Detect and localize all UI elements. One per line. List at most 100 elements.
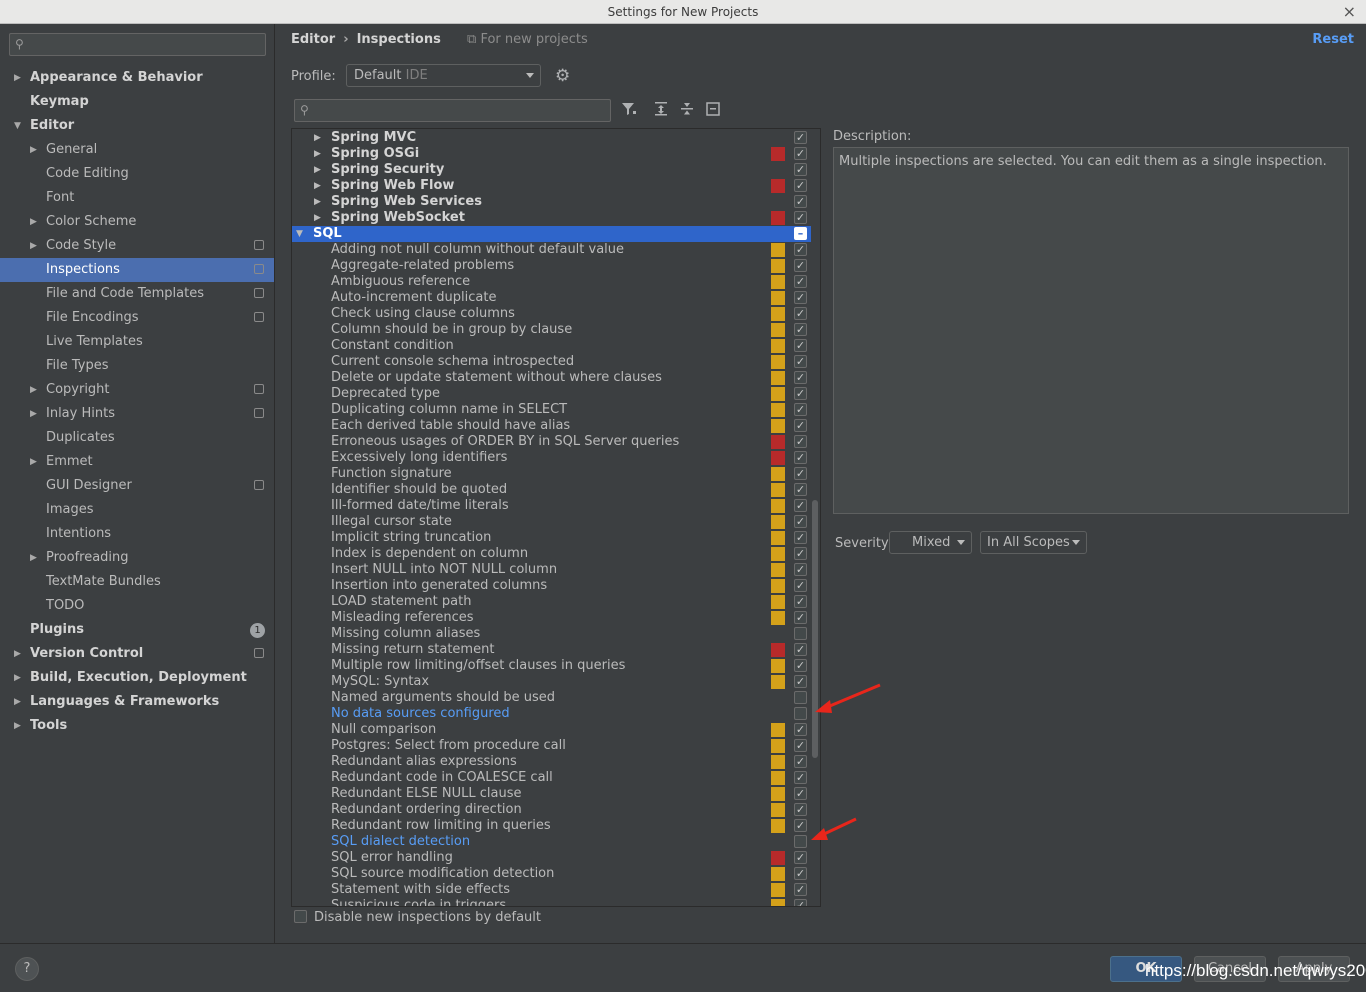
- enabled-checkbox[interactable]: ✓: [794, 659, 807, 672]
- collapsed-arrow-icon[interactable]: ▶: [30, 138, 37, 162]
- enabled-checkbox[interactable]: ✓: [794, 419, 807, 432]
- sidebar-item-code-style[interactable]: ▶ Code Style: [0, 234, 274, 258]
- enabled-checkbox[interactable]: ✓: [794, 355, 807, 368]
- enabled-checkbox[interactable]: ✓: [794, 211, 807, 224]
- enabled-checkbox[interactable]: ✓: [794, 531, 807, 544]
- tree-group-spring-web-services[interactable]: ▶ Spring Web Services ✓: [292, 194, 811, 210]
- enabled-checkbox[interactable]: ✓: [794, 883, 807, 896]
- tree-row[interactable]: Index is dependent on column ✓: [292, 546, 811, 562]
- tree-row[interactable]: Missing return statement ✓: [292, 642, 811, 658]
- collapsed-arrow-icon[interactable]: ▶: [30, 378, 37, 402]
- collapsed-arrow-icon[interactable]: ▶: [30, 210, 37, 234]
- enabled-checkbox[interactable]: ✓: [794, 723, 807, 736]
- sidebar-item-font[interactable]: Font: [0, 186, 274, 210]
- enabled-checkbox[interactable]: ✓: [794, 643, 807, 656]
- enabled-checkbox[interactable]: ✓: [794, 259, 807, 272]
- sidebar-item-emmet[interactable]: ▶ Emmet: [0, 450, 274, 474]
- enabled-checkbox[interactable]: ✓: [794, 307, 807, 320]
- collapsed-arrow-icon[interactable]: ▶: [314, 194, 321, 210]
- tree-row[interactable]: Named arguments should be used: [292, 690, 811, 706]
- enabled-checkbox[interactable]: ✓: [794, 611, 807, 624]
- tree-row[interactable]: Suspicious code in triggers ✓: [292, 898, 811, 906]
- tree-row[interactable]: LOAD statement path ✓: [292, 594, 811, 610]
- enabled-checkbox[interactable]: ✓: [794, 387, 807, 400]
- tree-group-spring-web-flow[interactable]: ▶ Spring Web Flow ✓: [292, 178, 811, 194]
- collapsed-arrow-icon[interactable]: ▶: [14, 690, 21, 714]
- severity-combo[interactable]: Mixed: [889, 531, 972, 554]
- tree-row[interactable]: SQL source modification detection ✓: [292, 866, 811, 882]
- enabled-checkbox[interactable]: [794, 627, 807, 640]
- collapsed-arrow-icon[interactable]: ▶: [30, 546, 37, 570]
- tree-row[interactable]: Postgres: Select from procedure call ✓: [292, 738, 811, 754]
- sidebar-item-code-editing[interactable]: Code Editing: [0, 162, 274, 186]
- tree-group-sql[interactable]: ▼ SQL –: [292, 226, 811, 242]
- enabled-checkbox[interactable]: ✓: [794, 803, 807, 816]
- tree-row[interactable]: Ambiguous reference ✓: [292, 274, 811, 290]
- expanded-arrow-icon[interactable]: ▼: [296, 226, 303, 242]
- collapse-all-icon[interactable]: [679, 101, 695, 121]
- collapsed-arrow-icon[interactable]: ▶: [314, 178, 321, 194]
- tree-row[interactable]: SQL error handling ✓: [292, 850, 811, 866]
- tree-row[interactable]: Check using clause columns ✓: [292, 306, 811, 322]
- enabled-checkbox[interactable]: ✓: [794, 771, 807, 784]
- sidebar-item-languages-frameworks[interactable]: ▶ Languages & Frameworks: [0, 690, 274, 714]
- enabled-checkbox[interactable]: ✓: [794, 163, 807, 176]
- enabled-checkbox[interactable]: ✓: [794, 515, 807, 528]
- tree-row[interactable]: Identifier should be quoted ✓: [292, 482, 811, 498]
- tree-row[interactable]: No data sources configured: [292, 706, 811, 722]
- tree-row[interactable]: Aggregate-related problems ✓: [292, 258, 811, 274]
- sidebar-item-file-and-code-templates[interactable]: File and Code Templates: [0, 282, 274, 306]
- tree-group-spring-websocket[interactable]: ▶ Spring WebSocket ✓: [292, 210, 811, 226]
- tree-row[interactable]: Multiple row limiting/offset clauses in …: [292, 658, 811, 674]
- tree-row[interactable]: Column should be in group by clause ✓: [292, 322, 811, 338]
- sidebar-item-todo[interactable]: TODO: [0, 594, 274, 618]
- collapsed-arrow-icon[interactable]: ▶: [314, 146, 321, 162]
- tree-row[interactable]: Null comparison ✓: [292, 722, 811, 738]
- sidebar-item-appearance-behavior[interactable]: ▶ Appearance & Behavior: [0, 66, 274, 90]
- tree-row[interactable]: Misleading references ✓: [292, 610, 811, 626]
- sidebar-item-live-templates[interactable]: Live Templates: [0, 330, 274, 354]
- tree-row[interactable]: Insertion into generated columns ✓: [292, 578, 811, 594]
- inspections-tree[interactable]: ▶ Spring MVC ✓ ▶ Spring OSGi ✓ ▶ Spring Securit…: [291, 128, 821, 907]
- sidebar-item-version-control[interactable]: ▶ Version Control: [0, 642, 274, 666]
- reset-link[interactable]: Reset: [1312, 32, 1354, 47]
- enabled-checkbox[interactable]: ✓: [794, 867, 807, 880]
- enabled-checkbox[interactable]: ✓: [794, 403, 807, 416]
- tree-row[interactable]: Duplicating column name in SELECT ✓: [292, 402, 811, 418]
- disable-new-inspections-label[interactable]: Disable new inspections by default: [314, 910, 541, 925]
- sidebar-item-gui-designer[interactable]: GUI Designer: [0, 474, 274, 498]
- enabled-checkbox[interactable]: ✓: [794, 467, 807, 480]
- collapsed-arrow-icon[interactable]: ▶: [314, 162, 321, 178]
- scope-combo[interactable]: In All Scopes: [980, 531, 1087, 554]
- tree-group-spring-osgi[interactable]: ▶ Spring OSGi ✓: [292, 146, 811, 162]
- collapsed-arrow-icon[interactable]: ▶: [314, 210, 321, 226]
- enabled-checkbox[interactable]: ✓: [794, 275, 807, 288]
- enabled-checkbox[interactable]: [794, 707, 807, 720]
- sidebar-item-file-types[interactable]: File Types: [0, 354, 274, 378]
- enabled-checkbox[interactable]: ✓: [794, 819, 807, 832]
- tree-row[interactable]: MySQL: Syntax ✓: [292, 674, 811, 690]
- enabled-checkbox[interactable]: ✓: [794, 291, 807, 304]
- tree-row[interactable]: Illegal cursor state ✓: [292, 514, 811, 530]
- tree-row[interactable]: Ill-formed date/time literals ✓: [292, 498, 811, 514]
- enabled-checkbox[interactable]: ✓: [794, 739, 807, 752]
- enabled-checkbox[interactable]: ✓: [794, 179, 807, 192]
- sidebar-item-copyright[interactable]: ▶ Copyright: [0, 378, 274, 402]
- collapsed-arrow-icon[interactable]: ▶: [30, 234, 37, 258]
- sidebar-item-intentions[interactable]: Intentions: [0, 522, 274, 546]
- collapsed-arrow-icon[interactable]: ▶: [14, 714, 21, 738]
- tree-row[interactable]: Implicit string truncation ✓: [292, 530, 811, 546]
- collapsed-arrow-icon[interactable]: ▶: [30, 450, 37, 474]
- sidebar-item-color-scheme[interactable]: ▶ Color Scheme: [0, 210, 274, 234]
- collapsed-arrow-icon[interactable]: ▶: [30, 402, 37, 426]
- enabled-checkbox[interactable]: ✓: [794, 147, 807, 160]
- enabled-checkbox[interactable]: ✓: [794, 243, 807, 256]
- tree-group-spring-security[interactable]: ▶ Spring Security ✓: [292, 162, 811, 178]
- enabled-checkbox[interactable]: ✓: [794, 755, 807, 768]
- reset-to-default-icon[interactable]: [705, 101, 721, 121]
- sidebar-item-textmate-bundles[interactable]: TextMate Bundles: [0, 570, 274, 594]
- enabled-checkbox[interactable]: [794, 691, 807, 704]
- tree-row[interactable]: Function signature ✓: [292, 466, 811, 482]
- tree-row[interactable]: Auto-increment duplicate ✓: [292, 290, 811, 306]
- enabled-checkbox[interactable]: –: [794, 227, 807, 240]
